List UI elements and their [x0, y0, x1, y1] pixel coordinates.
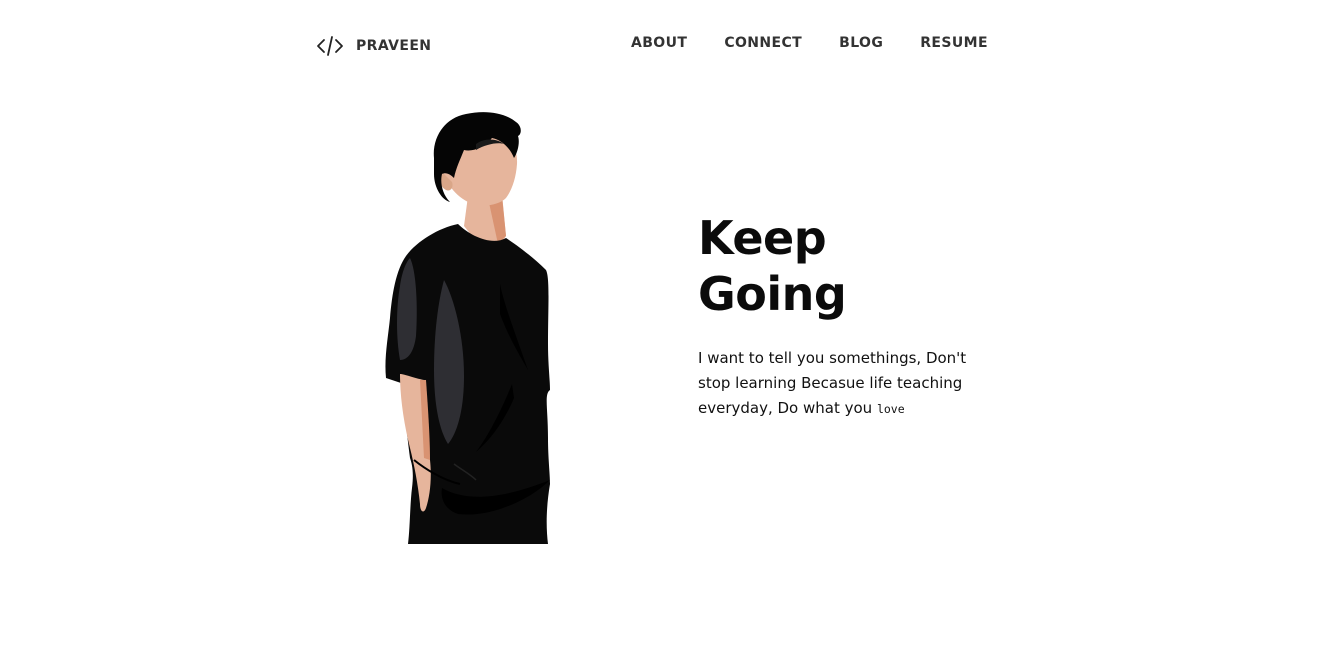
logo-text: PRAVEEN	[356, 38, 432, 54]
nav-link-about[interactable]: ABOUT	[631, 35, 687, 51]
person-illustration	[385, 112, 550, 544]
hero-section: Keep Going I want to tell you somethings…	[698, 210, 988, 422]
page: PRAVEEN ABOUT CONNECT BLOG RESUME Keep G…	[0, 0, 1337, 653]
nav-link-blog[interactable]: BLOG	[839, 35, 883, 51]
nav-link-connect[interactable]: CONNECT	[724, 35, 802, 51]
code-brackets-icon	[317, 36, 343, 56]
hero-text-highlight: love	[876, 402, 905, 416]
logo[interactable]: PRAVEEN	[316, 34, 431, 58]
hero-text: I want to tell you somethings, Don't sto…	[698, 346, 988, 422]
hero-text-main: I want to tell you somethings, Don't sto…	[698, 349, 967, 417]
nav-link-resume[interactable]: RESUME	[920, 35, 988, 51]
main-nav: ABOUT CONNECT BLOG RESUME	[631, 35, 988, 51]
hero-title: Keep Going	[698, 211, 847, 321]
